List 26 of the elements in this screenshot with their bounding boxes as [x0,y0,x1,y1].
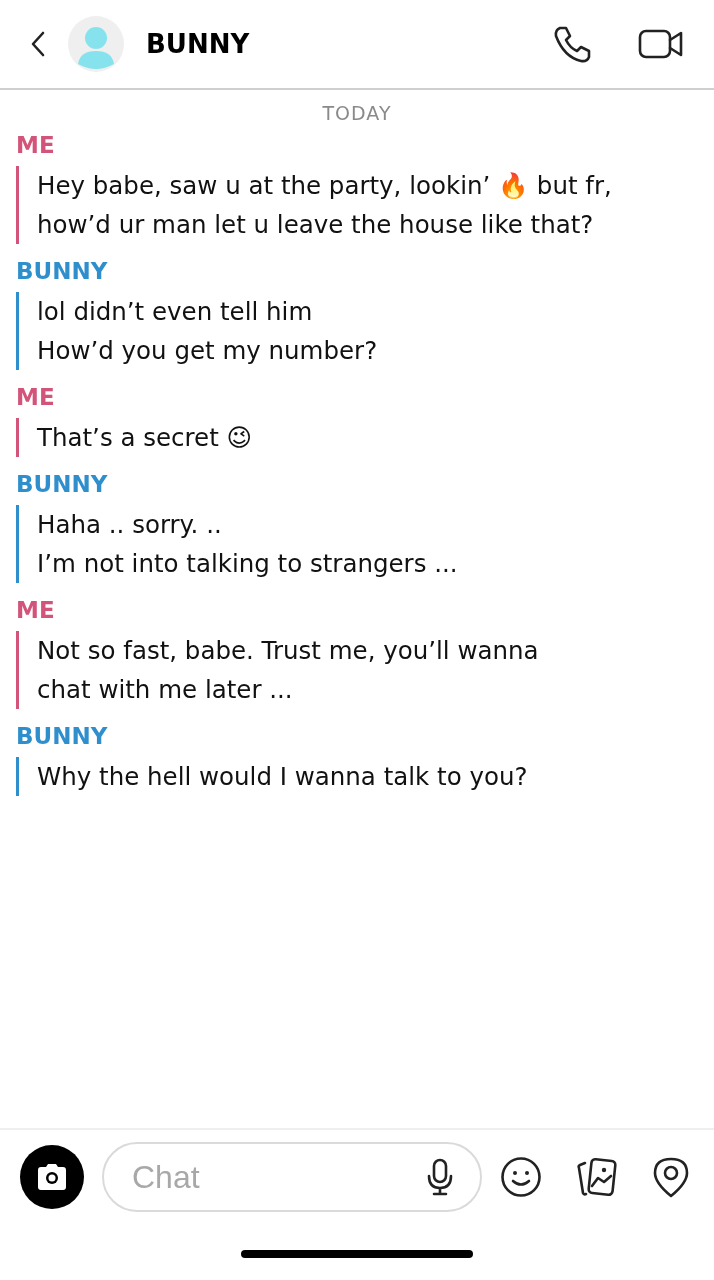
camera-icon [35,1163,69,1191]
smiley-icon[interactable] [500,1156,542,1198]
sender-name: BUNNY [16,722,108,751]
message-text: lol didn’t even tell him [37,296,313,328]
date-label: TODAY [322,102,392,124]
message-text: That’s a secret 😉 [37,422,253,454]
sender-name: BUNNY [16,470,108,499]
sender-name: ME [16,596,55,625]
message-text: Hey babe, saw u at the party, lookin’ 🔥 but fr, [37,170,612,202]
message-text: I’m not into talking to strangers ... [37,548,458,580]
photos-icon[interactable] [576,1156,618,1198]
message-text: Haha .. sorry. .. [37,509,222,541]
phone-icon[interactable] [552,24,592,64]
location-pin-icon[interactable] [652,1156,690,1198]
message-text: Why the hell would I wanna talk to you? [37,761,528,793]
message-text: Not so fast, babe. Trust me, you’ll wanna [37,635,539,667]
sender-name: BUNNY [16,257,108,286]
chat-input-field[interactable]: Chat [102,1142,482,1212]
message-text: How’d you get my number? [37,335,378,367]
message-text: chat with me later ... [37,674,293,706]
sender-name: ME [16,383,55,412]
sender-name: ME [16,131,55,160]
message-text: how’d ur man let u leave the house like that? [37,209,594,241]
video-call-icon[interactable] [638,27,684,61]
contact-name: BUNNY [146,29,251,59]
microphone-icon[interactable] [426,1158,454,1196]
